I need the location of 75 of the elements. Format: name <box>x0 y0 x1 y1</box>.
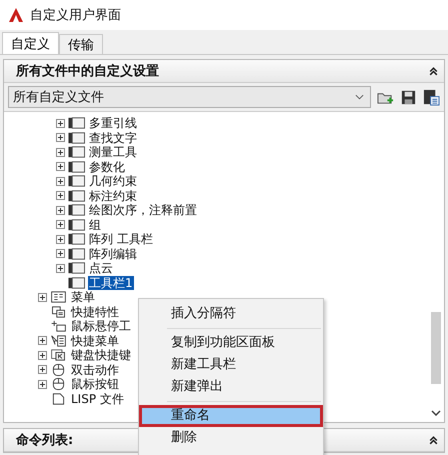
toolbar-icon <box>68 204 85 216</box>
tree-item[interactable]: 多重引线 <box>88 116 138 130</box>
tree-item[interactable]: 点云 <box>88 261 114 276</box>
toolbar-icon <box>68 218 85 231</box>
toolbar-icon <box>68 233 85 246</box>
expand-icon[interactable] <box>38 365 47 374</box>
properties-icon <box>50 306 67 318</box>
toolbar-icon <box>68 132 85 144</box>
toolbar-icon <box>68 175 85 188</box>
expand-icon[interactable] <box>56 133 65 142</box>
tree-item[interactable]: 鼠标按钮 <box>70 377 120 392</box>
expand-icon[interactable] <box>38 350 47 360</box>
expand-icon[interactable] <box>56 162 65 172</box>
tree-item[interactable]: 快捷特性 <box>70 304 120 319</box>
mouse-icon <box>50 378 67 390</box>
toolbar-icon <box>68 262 85 274</box>
menu-item[interactable]: 删除 <box>139 427 323 449</box>
tree-item[interactable]: 测量工具 <box>88 145 138 160</box>
toolbar-icon <box>68 276 85 289</box>
tree-item[interactable]: 阵列编辑 <box>88 246 138 261</box>
menu-item[interactable]: 复制到功能区面板 <box>139 332 323 354</box>
toolbar-icon <box>68 146 85 158</box>
save-icon[interactable] <box>400 88 417 106</box>
collapse-icon[interactable] <box>428 434 439 446</box>
expand-icon[interactable] <box>38 292 47 302</box>
toolbar-icon <box>68 160 85 173</box>
expand-icon[interactable] <box>56 249 65 258</box>
toolbar-icon <box>68 190 85 202</box>
expand-icon[interactable] <box>56 148 65 157</box>
panel-title: 所有文件中的自定义设置 <box>16 62 159 80</box>
expand-icon[interactable] <box>56 206 65 215</box>
expand-icon[interactable] <box>56 191 65 200</box>
mouse-icon <box>50 364 67 376</box>
tree-item[interactable]: 参数化 <box>88 160 126 174</box>
tree-item[interactable]: 几何约束 <box>88 174 138 188</box>
tree-item[interactable]: 标注约束 <box>88 188 138 203</box>
toolbar-icon <box>68 117 85 130</box>
menu-item[interactable]: 新建弹出 <box>139 376 323 398</box>
tree-item[interactable]: 阵列 工具栏 <box>88 232 154 246</box>
expand-icon[interactable] <box>56 264 65 273</box>
file-dropdown[interactable]: 所有自定义文件 <box>8 86 371 108</box>
tab[interactable]: 自定义 <box>2 32 59 54</box>
cursor-menu-icon <box>50 334 67 347</box>
menu-item[interactable]: 插入分隔符 <box>139 303 323 325</box>
tree-item[interactable]: 菜单 <box>70 290 96 304</box>
tree-item[interactable]: LISP 文件 <box>70 392 125 406</box>
window-title: 自定义用户界面 <box>30 7 121 24</box>
file-icon <box>50 392 67 405</box>
collapse-icon[interactable] <box>428 66 439 76</box>
tree-item[interactable]: 工具栏1 <box>88 276 134 290</box>
panel-title: 命令列表: <box>16 432 74 449</box>
tree-item[interactable]: 快捷菜单 <box>70 334 120 348</box>
expand-icon[interactable] <box>38 380 47 389</box>
expand-icon[interactable] <box>38 336 47 346</box>
expand-icon[interactable] <box>56 118 65 128</box>
tree-item[interactable]: 组 <box>88 218 102 232</box>
expand-icon[interactable] <box>56 220 65 230</box>
tree-item[interactable]: 键盘快捷键 <box>70 348 132 362</box>
menu-item[interactable]: 重命名 <box>139 405 323 427</box>
toolbar-icon <box>68 248 85 260</box>
menu-item[interactable]: 新建工具栏 <box>139 354 323 376</box>
menu-icon <box>50 291 67 304</box>
tooltip-icon <box>50 320 67 332</box>
tab[interactable]: 传输 <box>59 34 103 54</box>
keyboard-key-icon <box>50 349 67 362</box>
tree-item[interactable]: 绘图次序，注释前置 <box>88 203 198 218</box>
scrollbar-thumb[interactable] <box>431 312 441 384</box>
tree-item[interactable]: 查找文字 <box>88 130 138 145</box>
app-logo-icon <box>8 7 24 23</box>
scroll-down-icon[interactable] <box>431 410 441 416</box>
tree-item[interactable]: 双击动作 <box>70 362 120 377</box>
expand-icon[interactable] <box>56 176 65 186</box>
save-as-icon[interactable] <box>423 88 440 106</box>
expand-icon[interactable] <box>56 234 65 244</box>
tree-item[interactable]: 鼠标悬停工 <box>70 319 132 334</box>
